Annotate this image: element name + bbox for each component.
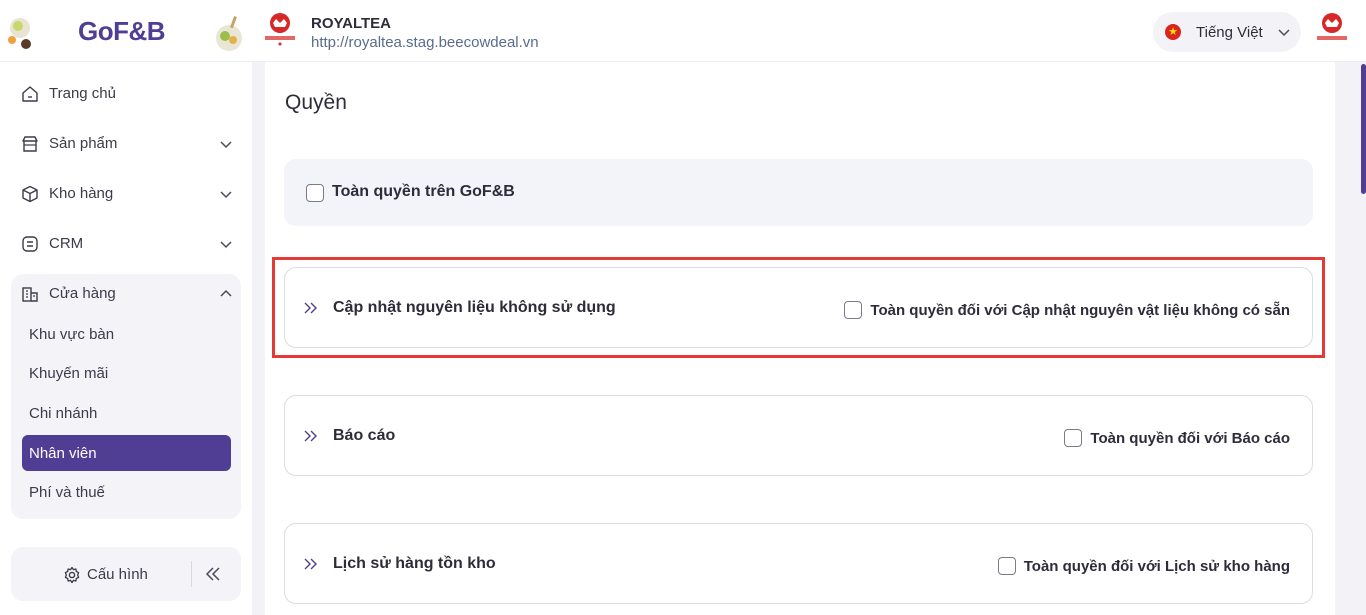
collapse-sidebar-icon[interactable] (203, 564, 223, 584)
chevron-down-icon (1278, 29, 1290, 37)
sidebar-subitem-fees-taxes[interactable]: Phí và thuế (22, 474, 231, 510)
gear-icon (64, 566, 80, 584)
salad-illustration-icon (216, 16, 242, 51)
permission-group-full-access[interactable]: Toàn quyền đối với Báo cáo (1064, 428, 1290, 448)
box-icon (22, 185, 38, 203)
permission-group-card: Báo cáo Toàn quyền đối với Báo cáo (284, 395, 1313, 476)
permission-group-title[interactable]: Báo cáo (333, 427, 395, 445)
chevron-down-icon (220, 191, 232, 199)
permission-full-access-checkbox[interactable] (844, 301, 863, 319)
double-chevron-right-icon[interactable] (303, 557, 319, 571)
config-label: Cấu hình (87, 566, 148, 583)
scrollbar-thumb[interactable] (1361, 64, 1366, 194)
store-name: ROYALTEA (311, 15, 392, 32)
permission-group-title[interactable]: Lịch sử hàng tồn kho (333, 555, 496, 573)
permission-full-access-label: Toàn quyền đối với Lịch sử kho hàng (1023, 557, 1290, 575)
top-header: GoF&B ROYALTEA http://royaltea.stag.beec… (0, 0, 1366, 62)
divider (191, 561, 192, 587)
permission-group-title[interactable]: Cập nhật nguyên liệu không sử dụng (333, 299, 616, 317)
sidebar-item-home[interactable]: Trang chủ (11, 74, 241, 114)
sidebar-subitem-label: Chi nhánh (29, 405, 98, 422)
sidebar-item-label: Trang chủ (49, 85, 116, 102)
vietnam-flag-icon: ★ (1165, 24, 1181, 40)
home-icon (22, 86, 38, 102)
store-logo (265, 13, 295, 46)
brand-name: GoF&B (78, 16, 166, 46)
food-illustration-icon (8, 18, 31, 49)
sidebar: Trang chủ Sản phẩm Kho hàng CRM Cửa hàng… (0, 62, 252, 615)
store-url[interactable]: http://royaltea.stag.beecowdeal.vn (311, 34, 539, 51)
sidebar-subitem-label: Phí và thuế (29, 484, 105, 501)
permission-full-access-checkbox[interactable] (997, 557, 1016, 575)
chevron-up-icon (220, 289, 232, 297)
chevron-down-icon (220, 241, 232, 249)
sidebar-item-products[interactable]: Sản phẩm (11, 124, 241, 164)
double-chevron-right-icon[interactable] (303, 429, 319, 443)
permission-group-card: Lịch sử hàng tồn kho Toàn quyền đối với … (284, 523, 1313, 604)
permission-full-access-checkbox[interactable] (1064, 429, 1083, 447)
brand-area[interactable]: GoF&B (0, 0, 252, 62)
main-content: Quyền Toàn quyền trên GoF&B Cập nhật ngu… (265, 62, 1335, 615)
permission-full-access-label: Toàn quyền đối với Cập nhật nguyên vật l… (870, 301, 1290, 319)
account-avatar[interactable] (1314, 11, 1350, 49)
sidebar-subitem-branches[interactable]: Chi nhánh (22, 395, 231, 431)
language-selector[interactable]: ★ Tiếng Việt (1153, 12, 1301, 52)
store-icon (22, 287, 38, 302)
sidebar-subitem-label: Khuyến mãi (29, 365, 109, 382)
sidebar-item-label: Kho hàng (49, 185, 114, 202)
crm-icon (22, 236, 38, 252)
sidebar-subitem-label: Khu vực bàn (29, 326, 115, 343)
store-menu-group: Cửa hàng Khu vực bàn Khuyến mãi Chi nhán… (11, 274, 241, 519)
permission-group-card: Cập nhật nguyên liệu không sử dụng Toàn … (284, 267, 1313, 348)
sidebar-item-label: CRM (49, 235, 84, 252)
page-title: Quyền (285, 91, 347, 114)
sidebar-item-label: Sản phẩm (49, 135, 118, 152)
sidebar-subitem-promotions[interactable]: Khuyến mãi (22, 355, 231, 391)
double-chevron-right-icon[interactable] (303, 301, 319, 315)
sidebar-subitem-label: Nhân viên (29, 445, 97, 462)
sidebar-item-warehouse[interactable]: Kho hàng (11, 174, 241, 214)
sidebar-item-label: Cửa hàng (49, 285, 116, 302)
permission-group-full-access[interactable]: Toàn quyền đối với Lịch sử kho hàng (997, 556, 1290, 576)
sidebar-subitem-staff[interactable]: Nhân viên (22, 435, 231, 471)
sidebar-footer: Cấu hình (11, 547, 241, 601)
full-access-checkbox[interactable] (306, 184, 324, 202)
full-access-label: Toàn quyền trên GoF&B (332, 183, 515, 200)
sidebar-item-store[interactable]: Cửa hàng (11, 274, 241, 314)
permission-group-full-access[interactable]: Toàn quyền đối với Cập nhật nguyên vật l… (844, 300, 1290, 320)
permission-full-access-label: Toàn quyền đối với Báo cáo (1090, 429, 1290, 447)
chevron-down-icon (220, 141, 232, 149)
sidebar-subitem-table-area[interactable]: Khu vực bàn (22, 316, 231, 352)
shop-icon (22, 136, 38, 152)
sidebar-item-crm[interactable]: CRM (11, 224, 241, 264)
language-label: Tiếng Việt (1196, 24, 1263, 41)
full-access-panel: Toàn quyền trên GoF&B (284, 159, 1313, 226)
